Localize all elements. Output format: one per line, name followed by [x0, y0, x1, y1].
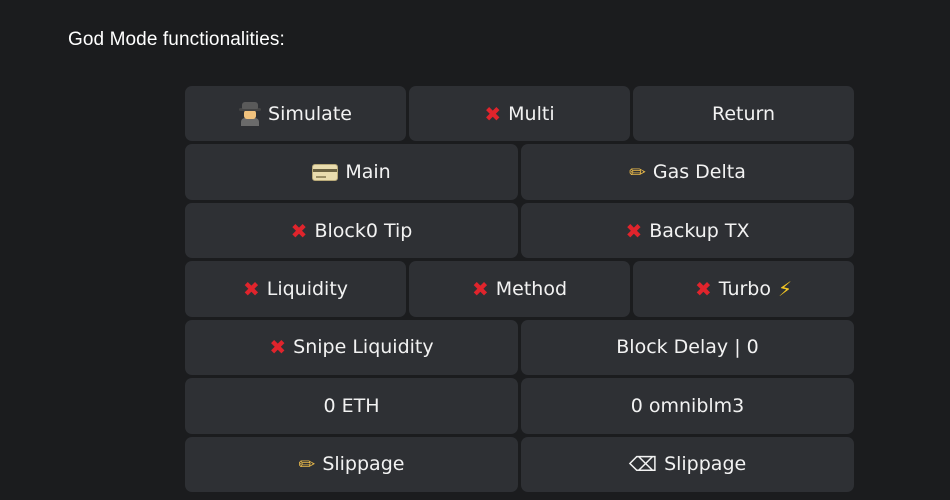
- button-label: Simulate: [268, 102, 352, 125]
- cross-mark-icon: ✖: [484, 101, 502, 126]
- main-button[interactable]: Main: [185, 144, 518, 200]
- button-label: Main: [345, 161, 391, 184]
- cross-mark-icon: ✖: [290, 218, 308, 243]
- pencil-icon: ✏: [298, 452, 316, 477]
- multi-button[interactable]: ✖ Multi: [409, 86, 630, 142]
- cross-mark-icon: ✖: [471, 276, 489, 301]
- lightning-icon: ⚡: [777, 276, 793, 301]
- snipe-liquidity-button[interactable]: ✖ Snipe Liquidity: [185, 319, 518, 376]
- keyboard-row: ✖ Snipe Liquidity Block Delay | 0: [185, 319, 854, 376]
- gas-delta-button[interactable]: ✏ Gas Delta: [521, 144, 854, 200]
- cross-mark-icon: ✖: [242, 276, 260, 301]
- simulate-button[interactable]: Simulate: [185, 86, 406, 142]
- cross-mark-icon: ✖: [694, 276, 712, 301]
- credit-card-icon: [312, 163, 339, 181]
- keyboard-row: ✏ Slippage ⌫ Slippage: [185, 436, 854, 492]
- button-label: Block0 Tip: [314, 219, 413, 242]
- message-text: God Mode functionalities:: [68, 29, 285, 50]
- eth-amount-button[interactable]: 0 ETH: [185, 378, 518, 434]
- cross-mark-icon: ✖: [625, 218, 643, 243]
- chat-page: God Mode functionalities: Simulate ✖ Mul…: [0, 0, 950, 500]
- keyboard-row: ✖ Liquidity ✖ Method ✖ Turbo ⚡: [185, 261, 854, 317]
- keyboard-row: Main ✏ Gas Delta: [185, 144, 854, 200]
- turbo-button[interactable]: ✖ Turbo ⚡: [633, 261, 854, 317]
- liquidity-button[interactable]: ✖ Liquidity: [185, 261, 406, 317]
- button-label: Backup TX: [649, 219, 750, 242]
- detective-icon: [239, 101, 262, 126]
- button-label: Snipe Liquidity: [293, 336, 434, 359]
- button-label: Slippage: [322, 453, 405, 476]
- button-label: Return: [711, 102, 776, 125]
- button-label: Multi: [508, 102, 555, 125]
- clear-slippage-button[interactable]: ⌫ Slippage: [521, 436, 854, 492]
- button-label: Gas Delta: [652, 161, 746, 184]
- button-label: Slippage: [664, 453, 747, 476]
- button-label: Block Delay | 0: [616, 336, 759, 359]
- button-label: 0 ETH: [323, 394, 380, 417]
- inline-keyboard: Simulate ✖ Multi Return Main ✏ Gas Delta: [185, 86, 854, 492]
- backup-tx-button[interactable]: ✖ Backup TX: [521, 202, 854, 259]
- token-amount-button[interactable]: 0 omniblm3: [521, 378, 854, 434]
- block-delay-button[interactable]: Block Delay | 0: [521, 319, 854, 376]
- button-label: 0 omniblm3: [630, 394, 745, 417]
- keyboard-row: 0 ETH 0 omniblm3: [185, 378, 854, 434]
- keyboard-row: Simulate ✖ Multi Return: [185, 86, 854, 142]
- keyboard-row: ✖ Block0 Tip ✖ Backup TX: [185, 202, 854, 259]
- button-label: Method: [495, 277, 568, 300]
- backspace-icon: ⌫: [628, 452, 658, 477]
- pencil-icon: ✏: [629, 160, 646, 185]
- cross-mark-icon: ✖: [269, 335, 287, 360]
- button-label: Liquidity: [266, 277, 349, 300]
- return-button[interactable]: Return: [633, 86, 854, 142]
- button-label: Turbo: [718, 277, 771, 300]
- block0-tip-button[interactable]: ✖ Block0 Tip: [185, 202, 518, 259]
- method-button[interactable]: ✖ Method: [409, 261, 630, 317]
- edit-slippage-button[interactable]: ✏ Slippage: [185, 436, 518, 492]
